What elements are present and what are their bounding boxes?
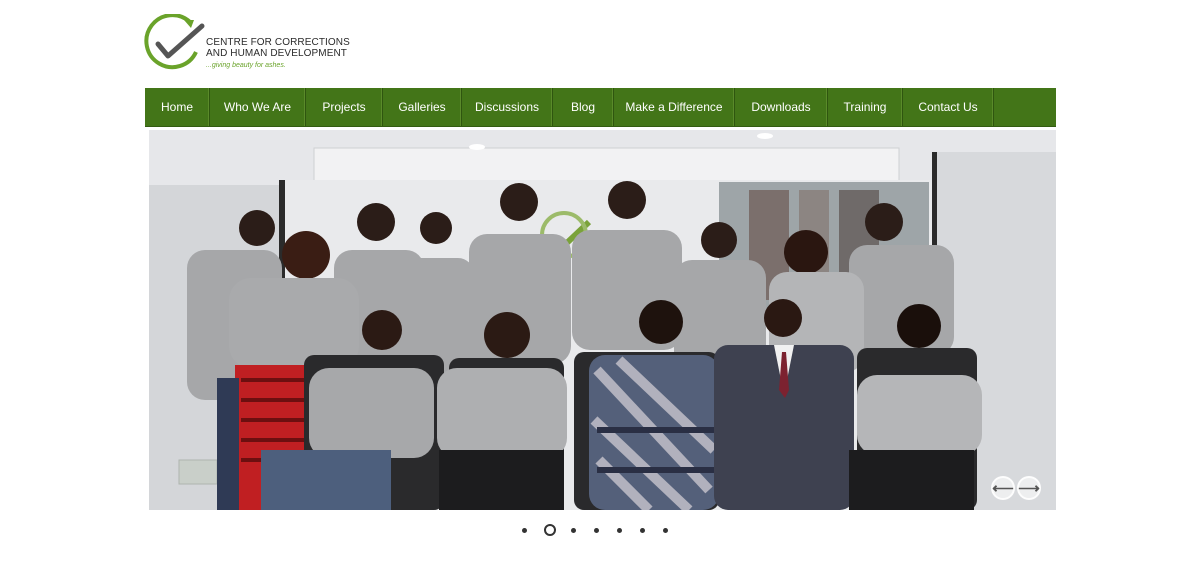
logo-line-2: AND HUMAN DEVELOPMENT xyxy=(206,48,348,59)
logo-tagline: ...giving beauty for ashes. xyxy=(206,62,286,69)
nav-item-training[interactable]: Training xyxy=(828,88,903,126)
arrow-right-icon: ⟶ xyxy=(1018,480,1040,497)
slide-group-photo xyxy=(149,130,1056,510)
hero-slider[interactable]: ⟵ ⟶ xyxy=(149,130,1056,510)
slider-prev-button[interactable]: ⟵ xyxy=(991,476,1015,500)
nav-item-projects[interactable]: Projects xyxy=(306,88,383,126)
nav-item-blog[interactable]: Blog xyxy=(553,88,614,126)
logo-text[interactable]: CENTRE FOR CORRECTIONS AND HUMAN DEVELOP… xyxy=(206,37,350,71)
slider-dot-7[interactable] xyxy=(663,527,668,533)
slider-dot-3[interactable] xyxy=(571,527,576,533)
logo-line-1: CENTRE FOR CORRECTIONS xyxy=(206,37,350,48)
slider-pager xyxy=(522,524,686,536)
nav-item-home[interactable]: Home xyxy=(145,88,210,126)
slider-dot-1[interactable] xyxy=(522,527,527,533)
slider-next-button[interactable]: ⟶ xyxy=(1017,476,1041,500)
nav-item-contact-us[interactable]: Contact Us xyxy=(903,88,994,126)
nav-item-who-we-are[interactable]: Who We Are xyxy=(210,88,306,126)
slider-dot-2-active[interactable] xyxy=(544,524,556,536)
logo-check-icon[interactable] xyxy=(144,14,206,72)
slider-dot-6[interactable] xyxy=(640,527,645,533)
arrow-left-icon: ⟵ xyxy=(992,480,1014,497)
site-header: CENTRE FOR CORRECTIONS AND HUMAN DEVELOP… xyxy=(144,14,384,78)
nav-item-galleries[interactable]: Galleries xyxy=(383,88,462,126)
nav-item-discussions[interactable]: Discussions xyxy=(462,88,553,126)
main-nav: Home Who We Are Projects Galleries Discu… xyxy=(145,88,1056,127)
slider-dot-5[interactable] xyxy=(617,527,622,533)
slider-dot-4[interactable] xyxy=(594,527,599,533)
nav-item-make-a-difference[interactable]: Make a Difference xyxy=(614,88,735,126)
nav-item-downloads[interactable]: Downloads xyxy=(735,88,828,126)
